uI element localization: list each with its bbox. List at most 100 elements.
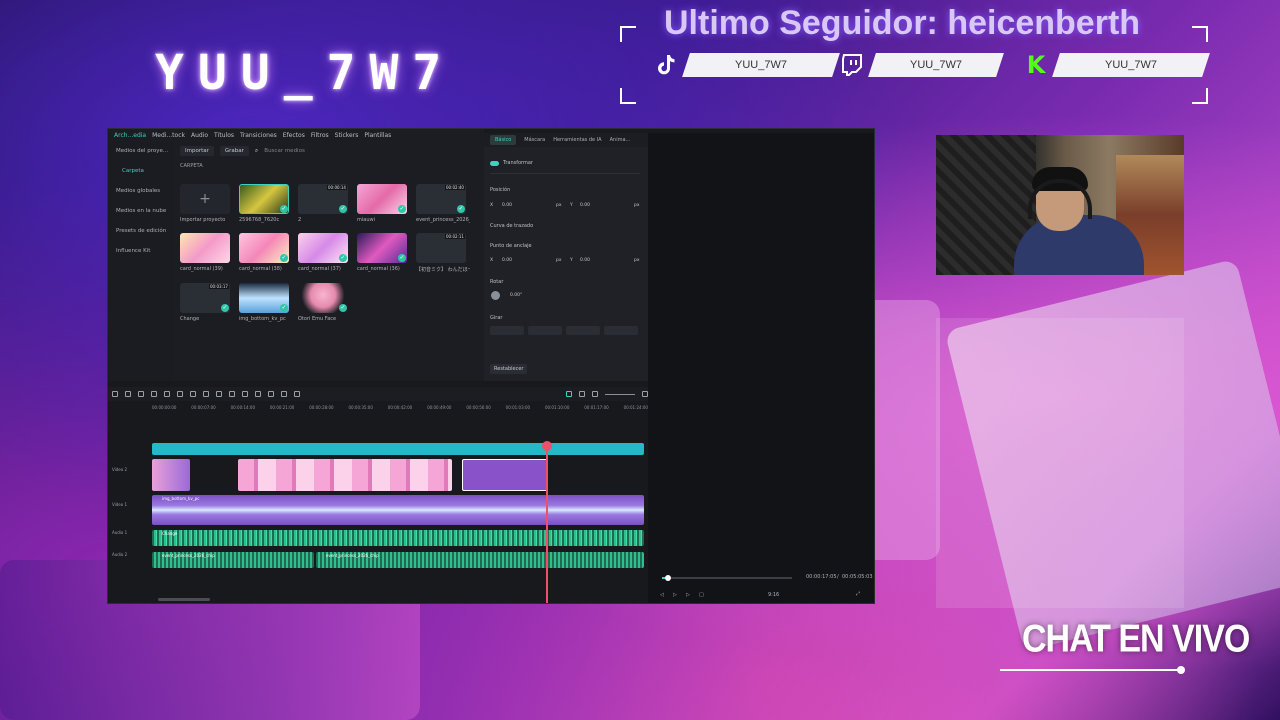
tab-ai-tools[interactable]: Herramientas de IA (553, 137, 601, 143)
next-frame-icon[interactable]: ▷ (686, 592, 690, 598)
time-separator: / (837, 574, 839, 580)
delete-icon[interactable] (151, 391, 157, 397)
ruler-tick: 00:01:17:00 (584, 405, 609, 410)
tab-mask[interactable]: Máscara (524, 137, 545, 143)
video-clip[interactable] (238, 459, 452, 491)
ruler-tick: 00:00:42:00 (387, 405, 413, 410)
sidebar-item-folder[interactable]: Carpeta (108, 161, 174, 181)
menu-item[interactable]: Plantillas (364, 132, 391, 139)
tab-basic[interactable]: Básico (490, 135, 517, 145)
select-tool-icon[interactable] (112, 391, 118, 397)
playback-knob[interactable] (664, 575, 671, 581)
audio-clip[interactable]: event_princess_2026_chip (316, 552, 644, 568)
menu-item[interactable]: Arch...edia (114, 132, 146, 139)
position-y-field[interactable]: 0.00 (580, 203, 590, 208)
menu-item[interactable]: Medi...tock (152, 132, 185, 139)
undo-icon[interactable] (125, 391, 131, 397)
ruler-tick: 00:01:03:00 (505, 405, 531, 410)
prev-frame-icon[interactable]: ◁ (660, 592, 664, 598)
search-input[interactable]: Buscar medios (264, 148, 305, 154)
sidebar-item-global-media[interactable]: Medios globales (108, 181, 174, 201)
stop-icon[interactable]: □ (699, 592, 704, 598)
chat-underline (1000, 669, 1180, 671)
frame-corner (1192, 26, 1208, 42)
sidebar-item-edit-presets[interactable]: Presets de edición (108, 221, 174, 241)
anchor-y-field[interactable]: 0.00 (580, 258, 590, 263)
video-clip-selected[interactable] (462, 459, 548, 491)
social-tiktok: YUU_7W7 (652, 52, 840, 78)
text-icon[interactable] (190, 391, 196, 397)
split-icon[interactable] (164, 391, 170, 397)
unit-label: px (556, 258, 562, 263)
zoom-out-icon[interactable] (592, 391, 598, 397)
import-project-tile[interactable]: + (180, 184, 230, 214)
video-clip[interactable] (152, 459, 190, 491)
social-handle: YUU_7W7 (868, 53, 1004, 77)
ruler-tick: 00:00:00:00 (152, 405, 177, 410)
rotate-dial-icon[interactable] (491, 291, 500, 300)
menu-item[interactable]: Stickers (335, 132, 359, 139)
zoom-slider[interactable] (605, 393, 635, 395)
rotate-right-button[interactable] (604, 326, 638, 335)
playhead[interactable] (546, 445, 548, 603)
record-voice-icon[interactable] (579, 391, 585, 397)
media-menu-bar: Arch...edia Medi...tock Audio Títulos Tr… (108, 129, 484, 141)
tab-animation[interactable]: Anima... (610, 137, 631, 143)
marker-icon[interactable] (281, 391, 287, 397)
effects-icon[interactable] (268, 391, 274, 397)
audio-clip[interactable]: event_princess_2026_chip (152, 552, 314, 568)
clip-label: event_princess_2026_chip (162, 553, 215, 558)
menu-item[interactable]: Efectos (283, 132, 305, 139)
media-thumbnail[interactable] (180, 233, 230, 263)
check-icon: ✓ (398, 205, 406, 213)
playback-progress-bar[interactable] (662, 575, 792, 581)
more-icon[interactable] (294, 391, 300, 397)
record-button[interactable]: Grabar (219, 146, 249, 156)
sidebar-item-project-media[interactable]: Medios del proye... (108, 141, 174, 161)
title-track-clip[interactable] (152, 443, 644, 455)
transform-label: Transformar (503, 160, 533, 166)
social-twitch: YUU_7W7 (838, 52, 1004, 78)
position-x-field[interactable]: 0.00 (502, 203, 512, 208)
rotate-field[interactable]: 0.00° (510, 293, 522, 298)
timeline-toolbar (108, 387, 648, 401)
zoom-in-icon[interactable] (642, 391, 648, 397)
menu-item[interactable]: Títulos (214, 132, 234, 139)
color-icon[interactable] (216, 391, 222, 397)
import-button[interactable]: Importar (180, 146, 214, 156)
reset-button[interactable]: Restablecer (490, 364, 528, 374)
frame-corner (620, 26, 636, 42)
speed-icon[interactable] (203, 391, 209, 397)
flip-vertical-button[interactable] (528, 326, 562, 335)
redo-icon[interactable] (138, 391, 144, 397)
transform-toggle[interactable]: Transformar (490, 160, 533, 166)
aspect-ratio-select[interactable]: 9:16 (768, 592, 779, 598)
track-header-audio-2: Audio 2 (112, 552, 128, 557)
play-icon[interactable]: ▷ (673, 592, 677, 598)
sidebar-item-influence-kit[interactable]: Influence Kit (108, 241, 174, 261)
flip-horizontal-button[interactable] (490, 326, 524, 335)
sidebar-item-cloud-media[interactable]: Medios en la nube (108, 201, 174, 221)
anchor-x-field[interactable]: 0.00 (502, 258, 512, 263)
background-clip[interactable]: img_bottom_kv_pc (152, 495, 644, 525)
menu-item[interactable]: Filtros (311, 132, 329, 139)
duration-badge: 00:00:14 (327, 185, 347, 190)
mask-icon[interactable] (255, 391, 261, 397)
menu-item[interactable]: Audio (191, 132, 208, 139)
fullscreen-icon[interactable]: ⤢ (856, 591, 860, 597)
search-icon: ⌕ (254, 147, 259, 154)
audio-icon[interactable] (229, 391, 235, 397)
timeline-scrollbar[interactable] (158, 598, 210, 601)
audio-clip[interactable]: Change (152, 530, 644, 546)
menu-item[interactable]: Transiciones (240, 132, 277, 139)
crop-icon[interactable] (177, 391, 183, 397)
snap-icon[interactable] (566, 391, 572, 397)
keyframe-icon[interactable] (242, 391, 248, 397)
rotate-left-button[interactable] (566, 326, 600, 335)
unit-label: px (634, 258, 640, 263)
current-time: 00:00:17:05 (806, 574, 837, 580)
anchor-x-label: X (490, 258, 494, 263)
position-y-label: Y (570, 203, 573, 208)
ruler-tick: 00:00:56:00 (466, 405, 491, 410)
ruler-tick: 00:00:35:00 (348, 405, 373, 410)
